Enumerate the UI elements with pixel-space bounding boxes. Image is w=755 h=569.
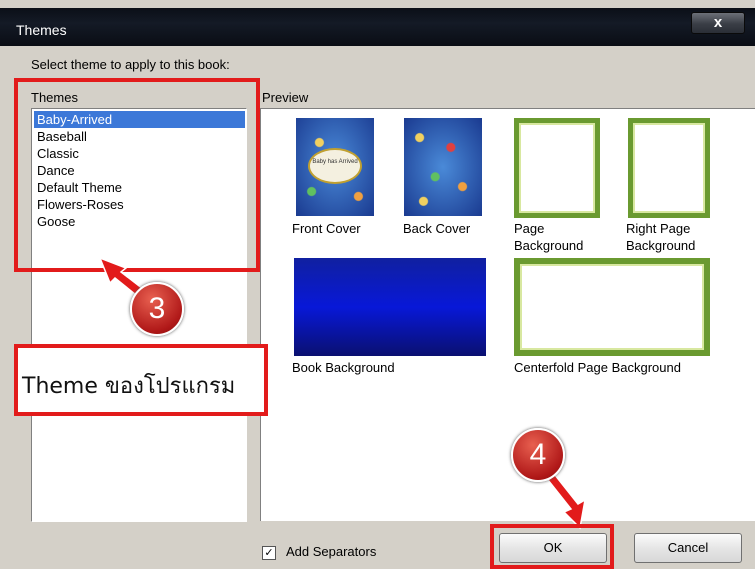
checkmark-icon: ✓ [264, 547, 274, 559]
centerfold-background-label: Centerfold Page Background [514, 360, 681, 375]
instruction-text: Select theme to apply to this book: [31, 57, 230, 72]
back-cover-thumbnail [404, 118, 482, 216]
front-cover-title: Baby has Arrived [308, 148, 362, 184]
book-background-label: Book Background [292, 360, 395, 375]
page-background-thumbnail [514, 118, 600, 218]
preview-label: Preview [262, 90, 309, 105]
front-cover-thumbnail: Baby has Arrived [296, 118, 374, 216]
right-page-background-thumbnail [628, 118, 710, 218]
right-page-background-label: Right Page Background [626, 221, 696, 253]
annotation-label-text: Theme ของโปรแกรม [22, 374, 236, 399]
centerfold-background-thumbnail [514, 258, 710, 356]
ok-highlight-box [490, 524, 614, 569]
page-background-label: Page Background [514, 221, 584, 253]
window-title: Themes [16, 22, 67, 38]
back-cover-label: Back Cover [403, 221, 471, 236]
add-separators-checkbox[interactable]: ✓ [262, 546, 276, 560]
close-icon: x [713, 14, 723, 31]
step-4-marker: 4 [511, 428, 565, 482]
front-cover-label: Front Cover [292, 221, 361, 236]
add-separators-label[interactable]: Add Separators [286, 544, 376, 559]
close-button[interactable]: x [691, 12, 745, 34]
cancel-button[interactable]: Cancel [634, 533, 742, 563]
themes-highlight-box [14, 78, 260, 272]
step-3-marker: 3 [130, 282, 184, 336]
book-background-thumbnail [294, 258, 486, 356]
title-bar[interactable]: Themes x [0, 8, 755, 46]
